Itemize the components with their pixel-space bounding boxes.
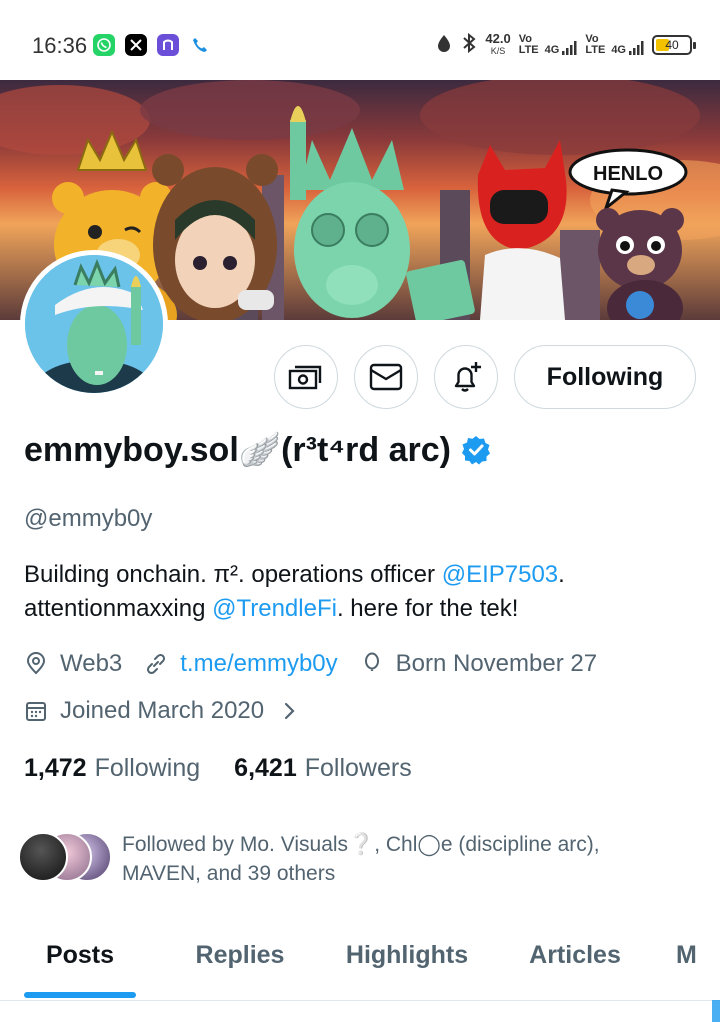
following-button[interactable]: Following <box>514 345 696 409</box>
joined-item[interactable]: Joined March 2020 <box>24 697 300 725</box>
bio-text: . here for the tek! <box>336 595 519 622</box>
signal-bars-icon <box>562 41 577 55</box>
location-item: Web3 <box>24 650 122 678</box>
followers-count: 6,421 <box>234 754 297 782</box>
birthday-text: Born November 27 <box>395 650 598 677</box>
signal-bars-icon <box>629 41 644 55</box>
chevron-right-icon <box>285 702 295 720</box>
status-time: 16:36 <box>32 33 88 58</box>
following-count: 1,472 <box>24 754 87 782</box>
profile-tabs: Posts Replies Highlights Articles M <box>0 925 720 1001</box>
following-label: Following <box>94 754 201 782</box>
verified-badge-icon[interactable] <box>461 435 491 465</box>
display-name-text: emmyboy.sol🪽(r³t⁴rd arc) <box>24 431 451 469</box>
status-bar: 16:36 42.0 K/S Vo LTE 4G Vo LTE 4G 40 <box>0 0 720 80</box>
phone-icon <box>189 34 211 56</box>
sim1-signal: Vo LTE 4G <box>519 34 578 56</box>
x-icon <box>125 34 147 56</box>
money-icon <box>288 365 322 390</box>
profile-handle: @emmyb0y <box>24 505 153 532</box>
battery-icon: 40 <box>652 35 696 55</box>
website-link[interactable]: t.me/emmyb0y <box>180 650 337 678</box>
battery-level: 40 <box>665 38 679 52</box>
mail-icon <box>369 363 403 391</box>
bio-mention-link[interactable]: @EIP7503 <box>442 561 558 588</box>
balloon-icon <box>364 652 379 671</box>
website-item[interactable]: t.me/emmyb0y <box>144 650 338 678</box>
display-name: emmyboy.sol🪽(r³t⁴rd arc) <box>24 430 491 470</box>
notion-calendar-icon <box>157 34 179 56</box>
scroll-indicator <box>712 1000 720 1022</box>
tab-media[interactable]: M <box>656 925 720 985</box>
whatsapp-icon <box>93 34 115 56</box>
sim2-signal: Vo LTE 4G <box>585 34 644 56</box>
calendar-icon <box>26 702 46 721</box>
bell-plus-icon <box>454 362 481 392</box>
followed-by[interactable]: Followed by Mo. Visuals❔, Chl◯e (discipl… <box>18 830 662 888</box>
tab-replies[interactable]: Replies <box>160 925 320 985</box>
birthday-item: Born November 27 <box>360 650 597 678</box>
location-pin-icon <box>26 652 46 675</box>
profile-avatar[interactable] <box>20 250 168 398</box>
tab-articles[interactable]: Articles <box>494 925 656 985</box>
followed-by-text: Followed by Mo. Visuals❔, Chl◯e (discipl… <box>122 833 600 885</box>
tab-posts[interactable]: Posts <box>0 925 160 985</box>
follow-counts: 1,472 Following 6,421 Followers <box>24 754 446 783</box>
followers-count-link[interactable]: 6,421 Followers <box>234 754 446 783</box>
speech-bubble-text: HENLO <box>593 163 663 185</box>
bio-text: Building onchain. π². operations officer <box>24 561 442 588</box>
active-tab-indicator <box>24 992 136 998</box>
network-speed: 42.0 K/S <box>485 31 511 56</box>
joined-text: Joined March 2020 <box>60 697 265 724</box>
tab-highlights[interactable]: Highlights <box>320 925 494 985</box>
bio-mention-link[interactable]: @TrendleFi <box>212 595 337 622</box>
status-indicators: 42.0 K/S Vo LTE 4G Vo LTE 4G 40 <box>435 28 696 62</box>
joined-row[interactable]: Joined March 2020 <box>24 697 322 725</box>
tip-button[interactable] <box>274 345 338 409</box>
avatar <box>18 832 68 882</box>
followers-label: Followers <box>304 754 412 782</box>
profile-meta-row: Web3 t.me/emmyb0y Born November 27 <box>24 650 619 678</box>
bluetooth-icon <box>461 32 477 59</box>
following-count-link[interactable]: 1,472 Following <box>24 754 234 783</box>
notifications-button[interactable] <box>434 345 498 409</box>
followed-by-avatars <box>18 830 114 882</box>
data-saver-icon <box>435 33 453 58</box>
profile-bio: Building onchain. π². operations officer… <box>24 558 704 626</box>
link-icon <box>147 653 166 675</box>
message-button[interactable] <box>354 345 418 409</box>
avatar-image <box>25 255 163 393</box>
location-text: Web3 <box>60 650 123 677</box>
